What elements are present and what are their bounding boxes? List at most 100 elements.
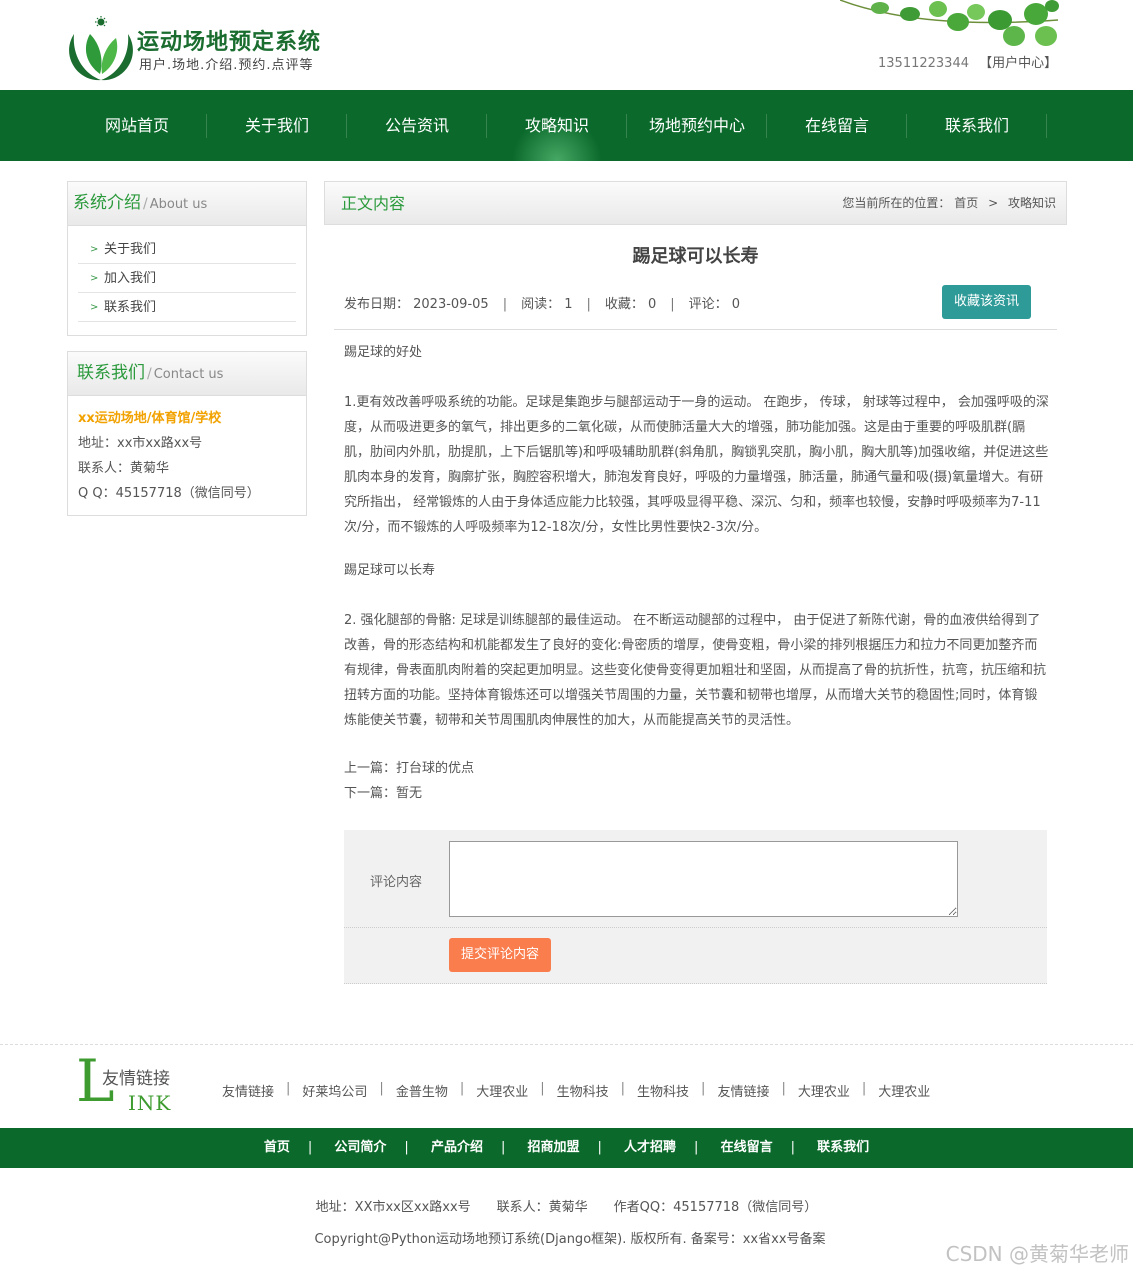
friend-link[interactable]: 大理农业 <box>798 1081 850 1100</box>
site-title: 运动场地预定系统 <box>137 30 322 55</box>
breadcrumb-prefix: 您当前所在的位置： <box>842 196 951 210</box>
sidebar-item-about[interactable]: > 关于我们 <box>78 235 296 264</box>
meta-separator: | <box>670 297 675 312</box>
links-divider <box>0 1044 1133 1045</box>
submit-comment-button[interactable]: 提交评论内容 <box>449 938 551 972</box>
main-nav-list: 网站首页 关于我们 公告资讯 攻略知识 场地预约中心 在线留言 联系我们 <box>67 90 1047 161</box>
nav-item-news[interactable]: 公告资讯 <box>347 90 487 161</box>
article-favorites: 收藏： 0 <box>604 297 657 312</box>
sidebar-contact-title-en: Contact us <box>153 367 224 382</box>
friend-link[interactable]: 金普生物 <box>396 1081 448 1100</box>
nav-item-booking[interactable]: 场地预约中心 <box>627 90 767 161</box>
article-paragraph: 踢足球可以长寿 <box>344 563 436 578</box>
link-separator: | <box>620 1081 626 1096</box>
footer-separator: | <box>500 1140 506 1155</box>
article-paragraph: 2. 强化腿部的骨骼: 足球是训练腿部的最佳运动。 在不断运动腿部的过程中， 由… <box>344 613 1047 728</box>
friend-link[interactable]: 友情链接 <box>222 1081 274 1100</box>
footer-info: 地址：XX市xx区xx路xx号 联系人：黄菊华 作者QQ：45157718（微信同号… <box>0 1196 1133 1215</box>
footer-link-products[interactable]: 产品介绍 <box>431 1140 483 1155</box>
user-area: 13511223344 【用户中心】 <box>878 52 1057 71</box>
link-separator: | <box>540 1081 545 1096</box>
friend-link[interactable]: 大理农业 <box>878 1081 930 1100</box>
site-header: 运动场地预定系统 用户.场地.介绍.预约.点评等 13511223344 【用户… <box>0 0 1133 90</box>
link-separator: | <box>286 1081 291 1096</box>
footer-qq: 作者QQ：45157718（微信同号） <box>613 1200 818 1215</box>
breadcrumb: 您当前所在的位置： 首页 > 攻略知识 <box>842 182 1056 225</box>
contact-org: xx运动场地/体育馆/学校 <box>78 411 222 426</box>
article-body: 踢足球的好处 1.更有效改善呼吸系统的功能。足球是集跑步与腿部运动于一身的运动。… <box>344 340 1050 733</box>
article-date: 发布日期： 2023-09-05 <box>344 297 489 312</box>
site-subtitle: 用户.场地.介绍.预约.点评等 <box>139 58 314 73</box>
sidebar-contact-title: 联系我们 <box>77 363 145 383</box>
article-title: 踢足球可以长寿 <box>632 246 759 267</box>
comment-label: 评论内容 <box>370 875 423 890</box>
chevron-right-icon: > <box>90 302 99 313</box>
footer-separator: | <box>307 1140 313 1155</box>
article-reads: 阅读： 1 <box>521 297 573 312</box>
footer-link-messages[interactable]: 在线留言 <box>721 1140 773 1155</box>
friend-link[interactable]: 大理农业 <box>476 1081 528 1100</box>
friend-link[interactable]: 友情链接 <box>717 1081 769 1100</box>
link-separator: | <box>379 1081 384 1096</box>
footer-link-company[interactable]: 公司简介 <box>334 1140 386 1155</box>
article-nav: 上一篇：打台球的优点 下一篇：暂无 <box>344 756 474 806</box>
friend-link[interactable]: 生物科技 <box>637 1081 689 1100</box>
next-article-link[interactable]: 下一篇：暂无 <box>344 781 474 806</box>
comment-form: 评论内容 提交评论内容 <box>344 830 1047 984</box>
article-comments: 评论： 0 <box>688 297 741 312</box>
contact-phone: 13511223344 <box>878 56 969 71</box>
contact-qq: Q Q：45157718（微信同号） <box>78 486 260 501</box>
link-separator: | <box>781 1081 786 1096</box>
nav-item-guides[interactable]: 攻略知识 <box>487 90 627 161</box>
contact-address: 地址：xx市xx路xx号 <box>78 436 203 451</box>
prev-article-link[interactable]: 上一篇：打台球的优点 <box>344 756 474 781</box>
sidebar-about-title: 系统介绍 <box>73 193 141 213</box>
footer-link-home[interactable]: 首页 <box>264 1140 290 1155</box>
sidebar-item-label: 加入我们 <box>104 271 157 286</box>
article-paragraph: 踢足球的好处 <box>344 345 423 360</box>
chevron-right-icon: > <box>90 273 99 284</box>
leaves-decoration-icon <box>840 0 1059 46</box>
nav-item-messages[interactable]: 在线留言 <box>767 90 907 161</box>
link-separator: | <box>861 1081 867 1096</box>
links-logo-en: INK <box>128 1091 172 1115</box>
friend-link[interactable]: 好莱坞公司 <box>302 1081 367 1100</box>
links-logo-cn: 友情链接 <box>102 1069 170 1089</box>
article-paragraph: 1.更有效改善呼吸系统的功能。足球是集跑步与腿部运动于一身的运动。 在跑步， 传… <box>344 395 1049 535</box>
link-separator: | <box>459 1081 465 1096</box>
favorite-button[interactable]: 收藏该资讯 <box>942 285 1031 319</box>
friend-links: 友情链接 | 好莱坞公司 | 金普生物 | 大理农业 | 生物科技 | 生物科技 | 友情链… <box>222 1081 930 1100</box>
title-slash: / <box>143 196 148 212</box>
nav-item-home[interactable]: 网站首页 <box>67 90 207 161</box>
nav-item-about[interactable]: 关于我们 <box>207 90 347 161</box>
meta-separator: | <box>502 297 508 312</box>
nav-item-contact[interactable]: 联系我们 <box>907 90 1047 161</box>
sidebar-item-contact[interactable]: > 联系我们 <box>78 293 296 322</box>
link-separator: | <box>701 1081 706 1096</box>
title-slash: / <box>147 366 152 382</box>
sidebar-about: 系统介绍 / About us > 关于我们 > 加入我们 > 联系我们 <box>67 181 307 336</box>
sidebar-contact-header: 联系我们 / Contact us <box>68 352 306 396</box>
sidebar-item-join[interactable]: > 加入我们 <box>78 264 296 293</box>
sidebar-about-header: 系统介绍 / About us <box>68 182 306 226</box>
footer-address: 地址：XX市xx区xx路xx号 <box>315 1200 471 1215</box>
breadcrumb-separator: > <box>988 196 999 210</box>
breadcrumb-home[interactable]: 首页 <box>954 196 978 210</box>
content-header: 正文内容 您当前所在的位置： 首页 > 攻略知识 <box>324 181 1067 225</box>
footer-link-franchise[interactable]: 招商加盟 <box>527 1140 579 1155</box>
main-nav: 网站首页 关于我们 公告资讯 攻略知识 场地预约中心 在线留言 联系我们 <box>0 90 1133 161</box>
footer-link-contact[interactable]: 联系我们 <box>817 1140 869 1155</box>
contact-info: xx运动场地/体育馆/学校 地址：xx市xx路xx号 联系人：黄菊华 Q Q：4… <box>68 396 306 516</box>
user-center-link[interactable]: 【用户中心】 <box>979 56 1057 71</box>
footer-link-jobs[interactable]: 人才招聘 <box>624 1140 676 1155</box>
friend-link[interactable]: 生物科技 <box>557 1081 609 1100</box>
article-meta: 发布日期： 2023-09-05 | 阅读： 1 | 收藏： 0 | 评论： 0 <box>344 293 740 312</box>
breadcrumb-current[interactable]: 攻略知识 <box>1008 196 1056 210</box>
comment-input[interactable] <box>449 841 958 917</box>
sidebar-item-label: 联系我们 <box>104 300 157 315</box>
watermark: CSDN @黄菊华老师 <box>945 1242 1129 1266</box>
footer-separator: | <box>597 1140 602 1155</box>
links-logo: L 友情链接 INK <box>76 1052 186 1116</box>
logo-leaf-icon[interactable] <box>66 16 136 82</box>
sidebar-about-list: > 关于我们 > 加入我们 > 联系我们 <box>68 226 306 336</box>
